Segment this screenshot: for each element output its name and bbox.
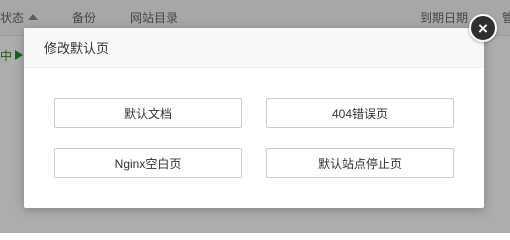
close-icon: ×	[478, 18, 488, 38]
close-button[interactable]: ×	[469, 14, 497, 42]
default-page-dialog: 修改默认页 默认文档 404错误页 Nginx空白页 默认站点停止页	[24, 28, 484, 208]
dialog-title: 修改默认页	[44, 41, 110, 56]
dialog-header: 修改默认页	[24, 28, 484, 68]
nginx-blank-page-button[interactable]: Nginx空白页	[54, 148, 242, 178]
default-document-button[interactable]: 默认文档	[54, 98, 242, 128]
error-404-page-button[interactable]: 404错误页	[266, 98, 454, 128]
site-stopped-page-button[interactable]: 默认站点停止页	[266, 148, 454, 178]
